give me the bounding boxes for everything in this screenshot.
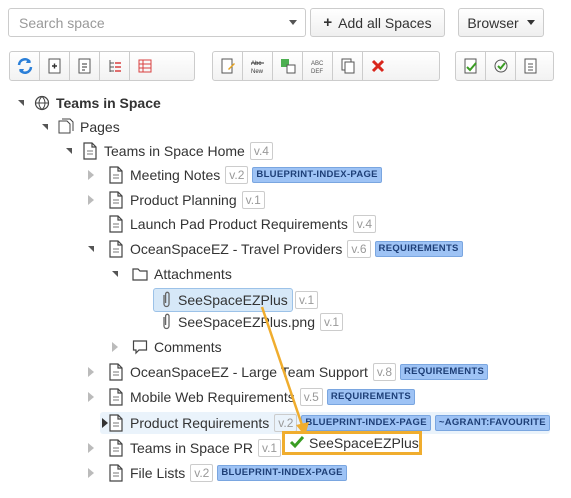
drag-helper[interactable]: SeeSpaceEZPlus	[282, 431, 422, 455]
drag-helper-label: SeeSpaceEZPlus	[309, 435, 419, 451]
checkmark-icon	[289, 435, 305, 452]
drag-arrow-icon	[260, 306, 309, 436]
